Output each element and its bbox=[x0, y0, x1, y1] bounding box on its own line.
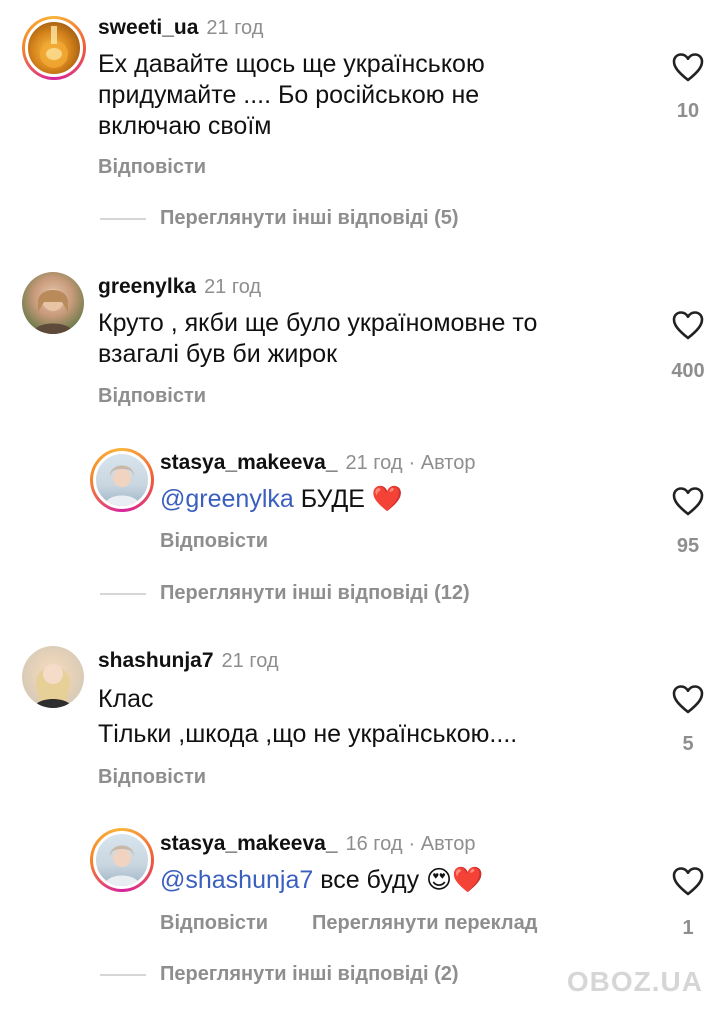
username[interactable]: sweeti_ua bbox=[98, 16, 198, 39]
username[interactable]: shashunja7 bbox=[98, 649, 214, 672]
reply-text: @greenylka БУДЕ ❤️ bbox=[160, 485, 404, 513]
avatar-shashunja7[interactable] bbox=[22, 646, 84, 708]
heart-emoji: ❤️ bbox=[371, 485, 404, 513]
avatar-greenylka[interactable] bbox=[22, 272, 84, 334]
mention-link[interactable]: @greenylka bbox=[160, 485, 294, 513]
person-photo bbox=[104, 465, 140, 506]
reply-header: stasya_makeeva_ 21 год · Автор bbox=[160, 451, 475, 475]
like-count: 95 bbox=[676, 535, 700, 557]
like-count: 5 bbox=[682, 733, 694, 755]
comment-header: sweeti_ua 21 год bbox=[98, 16, 263, 40]
avatar-stasya-makeeva[interactable] bbox=[90, 828, 154, 892]
author-badge: · Автор bbox=[408, 833, 476, 855]
comment-header: greenylka 21 год bbox=[98, 275, 261, 299]
divider-line bbox=[100, 974, 146, 976]
timestamp: 21 год bbox=[206, 17, 264, 39]
heart-outline-icon[interactable] bbox=[672, 486, 704, 516]
timestamp: 21 год bbox=[221, 650, 279, 672]
timestamp: 21 год bbox=[345, 452, 403, 474]
reply-button[interactable]: Відповісти bbox=[160, 912, 268, 935]
view-more-replies[interactable]: Переглянути інші відповіді (5) bbox=[160, 207, 459, 230]
reply-header: stasya_makeeva_ 16 год · Автор bbox=[160, 832, 475, 856]
divider-line bbox=[100, 593, 146, 595]
person-photo bbox=[32, 289, 74, 334]
comment-text: Круто , якби ще було україномовне то вза… bbox=[98, 309, 538, 368]
heart-outline-icon[interactable] bbox=[672, 684, 704, 714]
heart-outline-icon[interactable] bbox=[672, 866, 704, 896]
timestamp: 21 год bbox=[204, 276, 262, 298]
reply-button[interactable]: Відповісти bbox=[160, 530, 268, 553]
view-more-replies[interactable]: Переглянути інші відповіді (2) bbox=[160, 963, 459, 986]
reply-button[interactable]: Відповісти bbox=[98, 766, 206, 789]
divider-line bbox=[100, 218, 146, 220]
comment-text: Клас Тільки ,шкода ,що не українською...… bbox=[98, 685, 518, 748]
view-more-replies[interactable]: Переглянути інші відповіді (12) bbox=[160, 582, 470, 605]
mention-link[interactable]: @shashunja7 bbox=[160, 866, 313, 894]
comment-header: shashunja7 21 год bbox=[98, 649, 279, 673]
watermark-logo: OBOZ.UA bbox=[566, 966, 703, 997]
reply-button[interactable]: Відповісти bbox=[98, 385, 206, 408]
username[interactable]: greenylka bbox=[98, 275, 196, 298]
honey-jar-image bbox=[40, 26, 68, 68]
see-translation-button[interactable]: Переглянути переклад bbox=[312, 912, 537, 935]
heart-outline-icon[interactable] bbox=[672, 310, 704, 340]
author-badge: · Автор bbox=[408, 452, 476, 474]
heart-outline-icon[interactable] bbox=[672, 52, 704, 82]
username[interactable]: stasya_makeeva_ bbox=[160, 832, 338, 855]
like-count: 1 bbox=[682, 917, 694, 939]
avatar-stasya-makeeva[interactable] bbox=[90, 448, 154, 512]
reply-button[interactable]: Відповісти bbox=[98, 156, 206, 179]
like-count: 400 bbox=[671, 360, 705, 382]
like-count: 10 bbox=[676, 100, 700, 122]
timestamp: 16 год bbox=[345, 833, 403, 855]
avatar-sweeti-ua[interactable] bbox=[22, 16, 86, 80]
comment-text: Ех давайте щось ще українською придумайт… bbox=[98, 50, 485, 140]
username[interactable]: stasya_makeeva_ bbox=[160, 451, 338, 474]
person-photo bbox=[34, 664, 72, 708]
emoji-heart-eyes-and-heart: 😍❤️ bbox=[426, 866, 484, 894]
reply-text: @shashunja7 все буду 😍❤️ bbox=[160, 866, 484, 894]
person-photo bbox=[104, 845, 140, 886]
